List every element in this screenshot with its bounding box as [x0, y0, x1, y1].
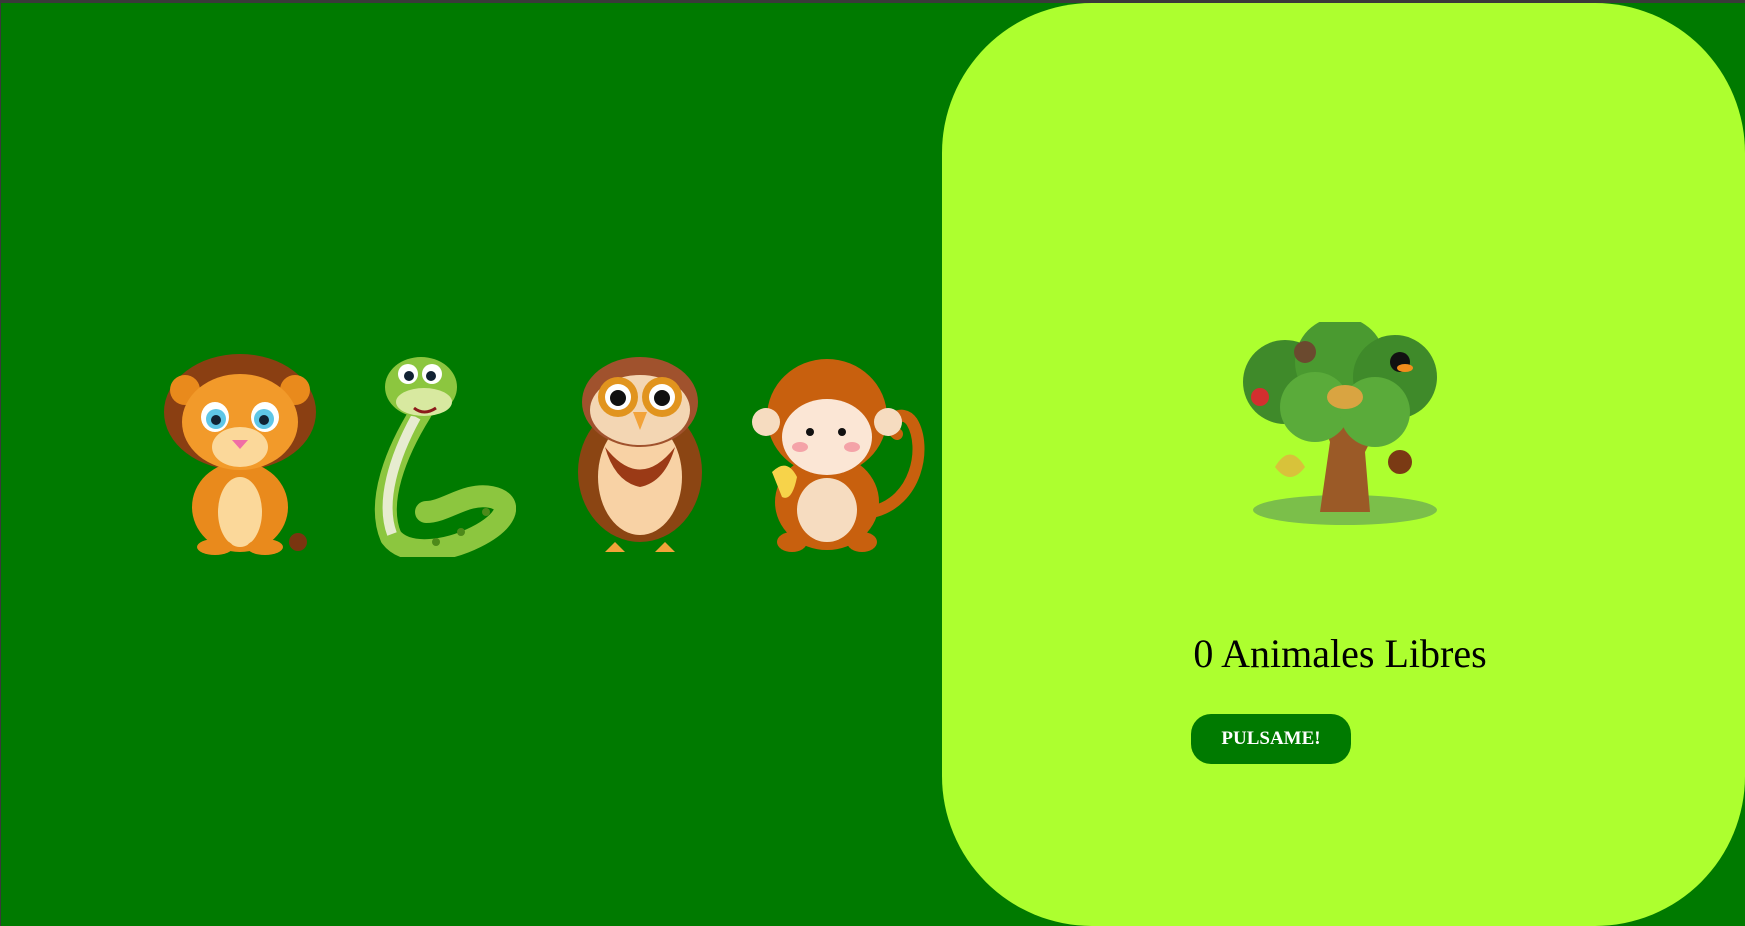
browser-left-border — [0, 0, 1, 926]
owl-icon[interactable] — [570, 352, 710, 557]
lion-icon[interactable] — [160, 352, 320, 557]
monkey-icon[interactable] — [752, 352, 930, 557]
tree-with-animals-icon[interactable] — [1235, 322, 1445, 527]
freed-animals-counter: 0 Animales Libres — [1193, 631, 1487, 676]
snake-icon[interactable] — [366, 352, 516, 557]
pulsame-button[interactable]: PULSAME! — [1191, 714, 1351, 764]
